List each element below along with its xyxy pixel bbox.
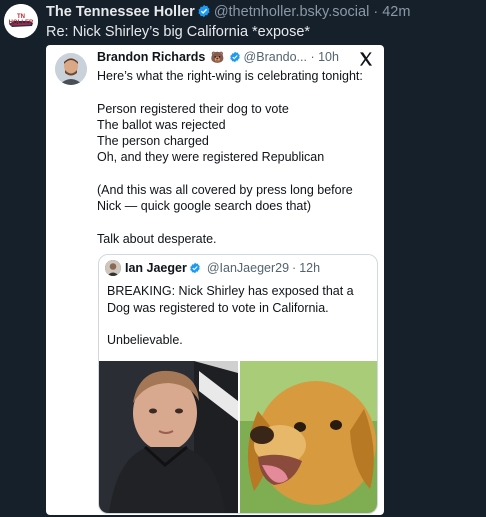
tweet-line: The person charged — [97, 134, 209, 149]
tweet-header: Brandon Richards 🐻 @Brando... · 10h — [97, 50, 339, 64]
tweet-time: 10h — [318, 50, 339, 64]
verified-badge-icon — [198, 4, 210, 18]
tweet-line: Talk about desperate. — [97, 231, 217, 246]
tweet-line: Person registered their dog to vote — [97, 101, 289, 116]
tweet-author-avatar — [55, 53, 87, 85]
quote-author-handle: @IanJaeger29 — [206, 261, 290, 275]
author-handle[interactable]: @thetnholler.bsky.social — [214, 4, 370, 20]
quote-line: Unbelievable. — [107, 333, 183, 348]
author-name[interactable]: The Tennessee Holler — [46, 4, 195, 20]
quote-author-avatar — [105, 260, 121, 276]
author-avatar[interactable]: TN HOLLER — [4, 4, 38, 38]
post-text: Re: Nick Shirley’s big California *expos… — [46, 24, 311, 40]
post-header: The Tennessee Holler @thetnholler.bsky.so… — [46, 4, 410, 20]
person-avatar-icon — [55, 53, 87, 85]
tweet-line: Here’s what the right-wing is celebratin… — [97, 69, 363, 83]
tweet-line: Oh, and they were registered Republican — [97, 150, 325, 165]
post: TN HOLLER The Tennessee Holler @thetnholl… — [0, 0, 486, 517]
tweet-time-separator: · — [310, 50, 315, 64]
verified-badge-icon — [190, 262, 200, 274]
tweet-line: (And this was all covered by press long … — [97, 183, 353, 198]
tweet-line: The ballot was rejected — [97, 117, 226, 132]
quote-header: Ian Jaeger @IanJaeger29 · 12h — [105, 260, 320, 276]
photo-young-man — [99, 361, 238, 513]
bear-emoji: 🐻 — [210, 52, 225, 64]
tweet-line: Nick — quick google search does that) — [97, 199, 311, 214]
quote-time: 12h — [299, 261, 321, 275]
avatar-text: TN HOLLER — [8, 14, 34, 26]
quoted-tweet: Ian Jaeger @IanJaeger29 · 12h BREAKING: … — [98, 254, 378, 514]
verified-badge-icon — [229, 51, 240, 63]
quote-line: BREAKING: Nick Shirley has exposed that … — [107, 284, 354, 298]
quote-line: Dog was registered to vote in California… — [107, 300, 329, 315]
time-separator: · — [373, 4, 379, 20]
man-photo-image — [99, 361, 238, 513]
x-logo-icon — [360, 52, 372, 66]
dog-photo-image — [240, 361, 377, 513]
quote-author-name: Ian Jaeger — [125, 261, 187, 275]
tweet-author-handle: @Brando... — [243, 50, 307, 64]
quote-body: BREAKING: Nick Shirley has exposed that … — [107, 283, 372, 349]
quote-time-separator: · — [292, 261, 297, 275]
embedded-screenshot[interactable]: Brandon Richards 🐻 @Brando... · 10h Here’… — [46, 45, 384, 515]
photo-golden-retriever — [240, 361, 377, 513]
tweet-author-name: Brandon Richards — [97, 50, 206, 64]
tweet-body: Here’s what the right-wing is celebratin… — [97, 68, 382, 247]
post-time[interactable]: 42m — [382, 4, 410, 20]
